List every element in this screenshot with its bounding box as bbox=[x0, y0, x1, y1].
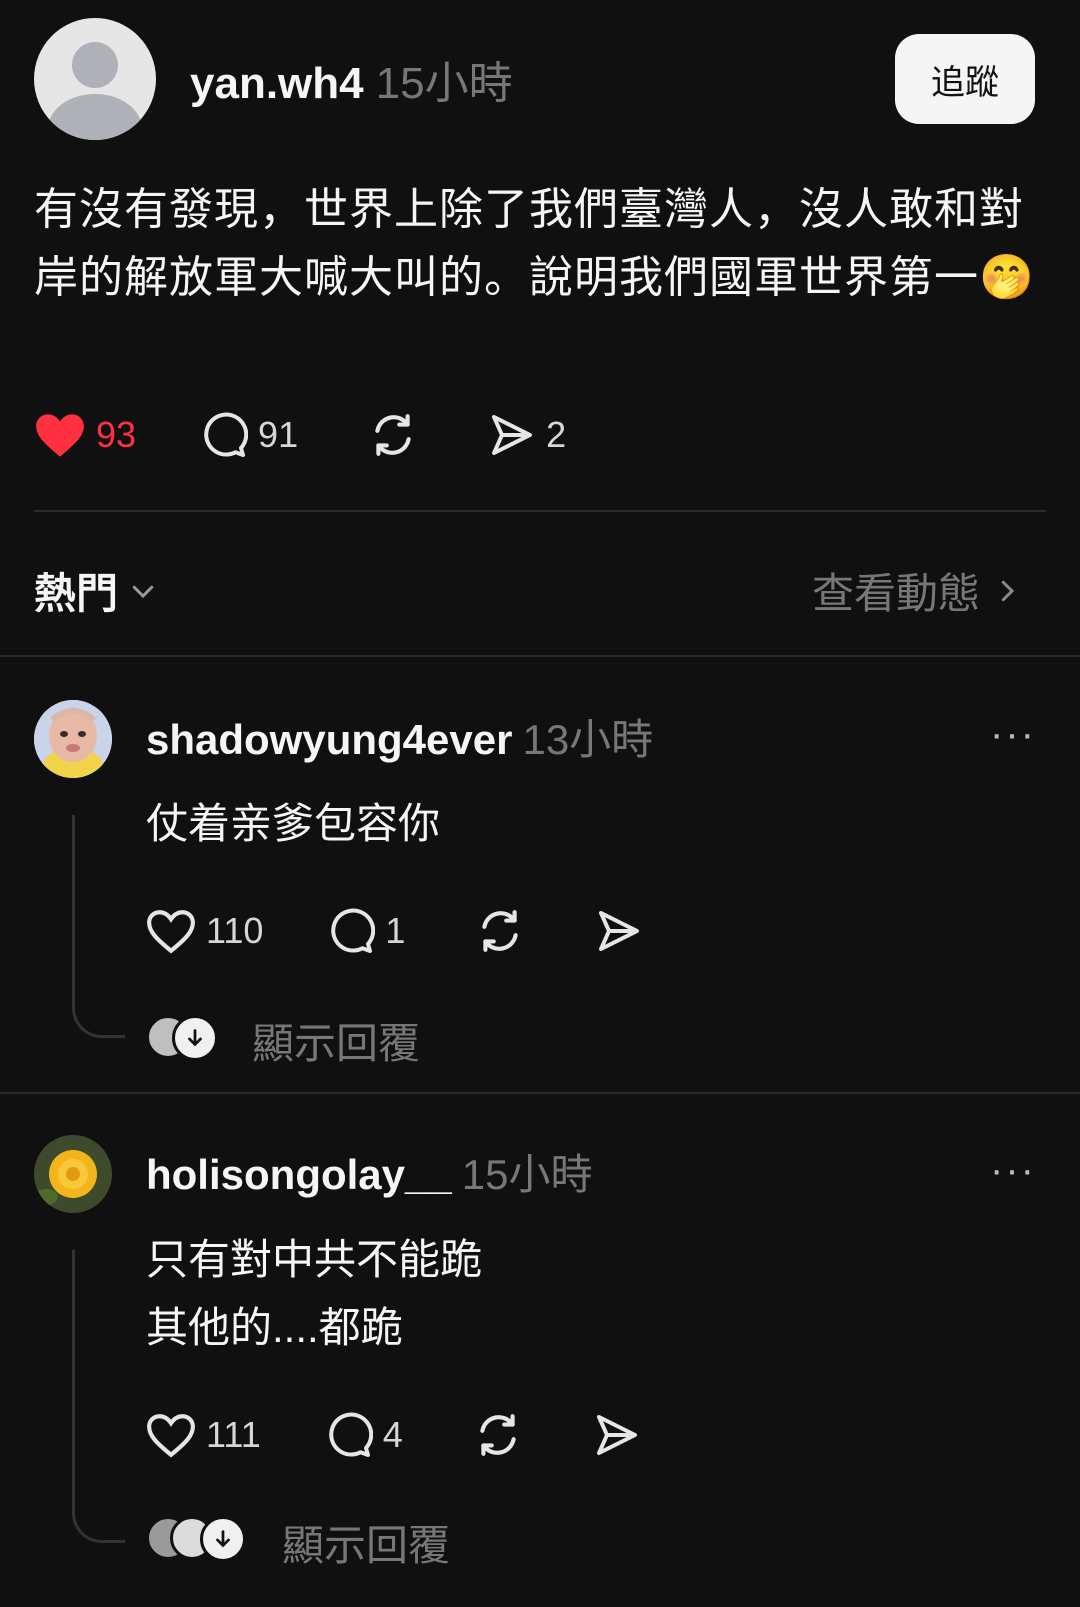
heart-icon bbox=[147, 910, 195, 954]
post-author-name[interactable]: yan.wh4 bbox=[190, 59, 364, 108]
divider bbox=[0, 655, 1080, 657]
comment-actions: 111 4 bbox=[146, 1410, 641, 1460]
like-action[interactable]: 111 bbox=[146, 1412, 261, 1458]
share-action[interactable] bbox=[595, 907, 643, 955]
heart-icon bbox=[147, 1414, 195, 1458]
repost-icon bbox=[482, 910, 519, 952]
comment-text-line: 其他的....都跪 bbox=[146, 1304, 403, 1351]
avatar-placeholder-body bbox=[48, 94, 142, 140]
activity-label: 查看動態 bbox=[812, 570, 981, 617]
avatar-image bbox=[34, 1135, 112, 1213]
comment-icon bbox=[328, 1412, 373, 1457]
send-icon bbox=[596, 1415, 637, 1455]
sort-selector[interactable]: 熱門 bbox=[34, 560, 158, 621]
send-icon bbox=[599, 911, 640, 951]
repost-action[interactable] bbox=[473, 1410, 523, 1460]
comment-author-line: holisongolay__ 15小時 bbox=[146, 1149, 592, 1201]
send-icon bbox=[492, 415, 533, 455]
like-action[interactable]: 93 bbox=[34, 411, 136, 459]
reply-avatars bbox=[146, 1015, 226, 1061]
comment-avatar[interactable] bbox=[34, 1135, 112, 1213]
reply-count: 4 bbox=[382, 1414, 403, 1455]
arrow-down-icon bbox=[200, 1516, 246, 1562]
repost-action[interactable] bbox=[368, 410, 418, 460]
comment-author[interactable]: shadowyung4ever bbox=[146, 716, 512, 763]
comment-avatar[interactable] bbox=[34, 700, 112, 778]
reply-count: 1 bbox=[385, 910, 406, 951]
comment-icon bbox=[204, 412, 249, 457]
comment-icon bbox=[331, 908, 376, 953]
reply-action[interactable]: 4 bbox=[325, 1411, 403, 1459]
comment-author[interactable]: holisongolay__ bbox=[146, 1151, 452, 1198]
comment-text: 只有對中共不能跪 其他的....都跪 bbox=[146, 1226, 482, 1362]
post-text: 有沒有發現，世界上除了我們臺灣人，沒人敢和對岸的解放軍大喊大叫的。說明我們國軍世… bbox=[34, 185, 1035, 302]
comment-count: 91 bbox=[258, 414, 299, 455]
comment-action[interactable]: 91 bbox=[200, 411, 298, 459]
avatar-image bbox=[34, 700, 112, 778]
heart-filled-icon bbox=[36, 414, 84, 457]
like-count: 110 bbox=[206, 910, 264, 951]
comment-text: 仗着亲爹包容你 bbox=[146, 800, 441, 847]
avatar-placeholder-head bbox=[72, 42, 118, 88]
divider bbox=[0, 1092, 1080, 1094]
comment-time: 13小時 bbox=[522, 716, 654, 763]
comment-time: 15小時 bbox=[461, 1151, 593, 1198]
more-options-icon[interactable]: ··· bbox=[990, 1148, 1036, 1193]
share-action[interactable]: 2 bbox=[488, 411, 566, 459]
thread-line bbox=[72, 1250, 125, 1543]
repost-icon bbox=[480, 1414, 516, 1456]
view-activity-link[interactable]: 查看動態 bbox=[812, 560, 1022, 621]
share-count: 2 bbox=[546, 414, 567, 455]
like-count: 93 bbox=[96, 414, 137, 455]
thread-line bbox=[72, 815, 125, 1038]
post-author-line: yan.wh4 15小時 bbox=[190, 56, 513, 112]
show-replies-link[interactable]: 顯示回覆 bbox=[252, 1010, 420, 1071]
post-time: 15小時 bbox=[375, 59, 513, 108]
repost-icon bbox=[375, 414, 411, 456]
follow-button[interactable]: 追蹤 bbox=[895, 34, 1035, 124]
chevron-down-icon bbox=[132, 585, 154, 598]
repost-action[interactable] bbox=[475, 906, 525, 956]
author-avatar[interactable] bbox=[34, 18, 156, 140]
chevron-right-icon bbox=[1001, 580, 1015, 601]
post-actions: 93 91 2 bbox=[34, 410, 566, 460]
show-replies-link[interactable]: 顯示回覆 bbox=[282, 1512, 450, 1573]
comment-actions: 110 1 bbox=[146, 906, 643, 956]
share-action[interactable] bbox=[593, 1411, 641, 1459]
comment-text-line: 只有對中共不能跪 bbox=[146, 1236, 483, 1283]
comment-author-line: shadowyung4ever 13小時 bbox=[146, 714, 653, 766]
sort-label: 熱門 bbox=[34, 570, 119, 617]
arrow-down-icon bbox=[172, 1015, 218, 1061]
divider bbox=[34, 510, 1046, 512]
reply-action[interactable]: 1 bbox=[327, 907, 405, 955]
reply-avatars bbox=[146, 1516, 256, 1562]
like-action[interactable]: 110 bbox=[146, 908, 263, 954]
like-count: 111 bbox=[206, 1414, 261, 1455]
more-options-icon[interactable]: ··· bbox=[990, 712, 1036, 757]
